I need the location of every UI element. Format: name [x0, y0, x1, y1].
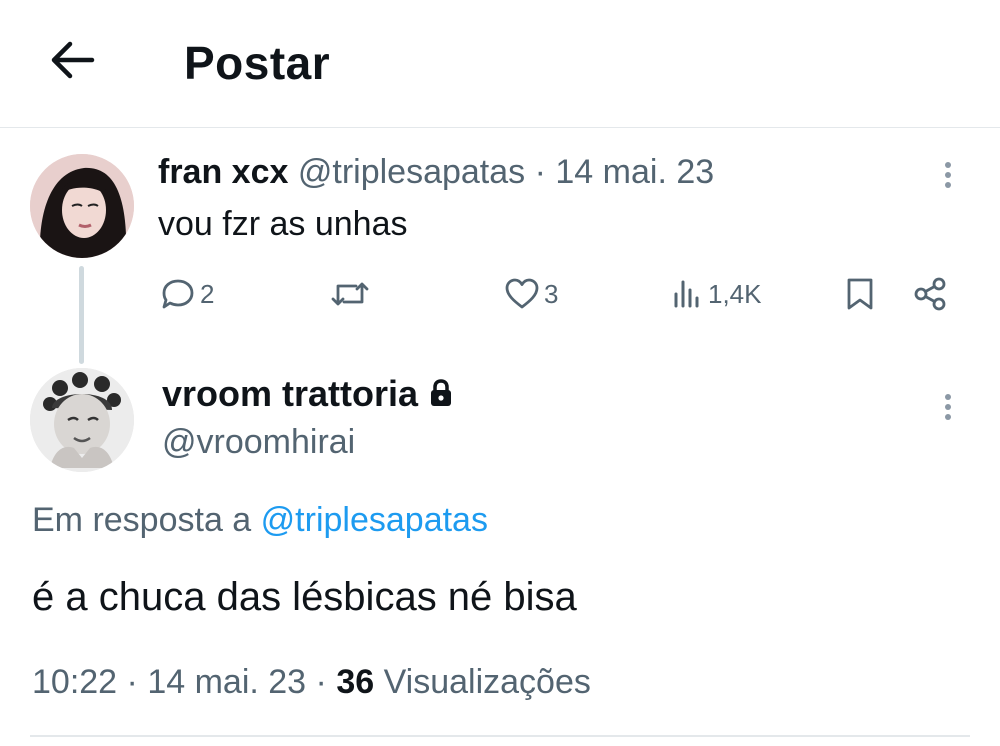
bar-chart-icon: [674, 280, 699, 308]
author-name[interactable]: fran xcx: [158, 153, 288, 191]
page-title: Postar: [184, 37, 331, 89]
reply-context: Em resposta a @triplesapatas: [32, 498, 488, 542]
reply-time[interactable]: 10:22: [32, 663, 117, 701]
comment-icon: [162, 279, 194, 309]
bookmark-button[interactable]: [844, 272, 876, 316]
heart-icon: [505, 278, 539, 309]
divider: [30, 735, 970, 737]
reply-button[interactable]: 2: [160, 272, 214, 316]
like-button[interactable]: 3: [504, 272, 558, 316]
bookmark-icon: [847, 278, 873, 310]
reply-views-count: 36: [336, 663, 375, 701]
more-vertical-icon: [945, 162, 951, 168]
more-vertical-icon: [945, 394, 951, 400]
reply-footer: 10:22 · 14 mai. 23 · 36 Visualizações: [32, 660, 591, 704]
reply-views-label: Visualizações: [383, 663, 591, 701]
user-avatar-image: [30, 154, 134, 258]
reply-author-name-text: vroom trattoria: [162, 373, 419, 414]
views-button[interactable]: 1,4K: [672, 272, 762, 316]
reply-count: 2: [200, 278, 215, 309]
share-icon: [914, 277, 946, 311]
reply-mention-link[interactable]: @triplesapatas: [261, 501, 488, 539]
avatar-vroom[interactable]: [30, 368, 134, 472]
like-count: 3: [544, 278, 559, 309]
lock-icon: [431, 379, 452, 407]
views-count: 1,4K: [708, 278, 762, 309]
tweet-header: fran xcx @triplesapatas · 14 mai. 23: [158, 150, 714, 194]
share-button[interactable]: [912, 272, 948, 316]
meta-separator: ·: [534, 153, 546, 191]
reply-author-handle[interactable]: @vroomhirai: [162, 420, 355, 464]
reply-author-name[interactable]: vroom trattoria: [162, 372, 454, 416]
arrow-left-icon: [51, 41, 95, 79]
author-handle[interactable]: @triplesapatas: [298, 153, 525, 191]
top-bar: Postar: [0, 0, 1000, 128]
more-options-button[interactable]: [938, 158, 958, 198]
tweet-date[interactable]: 14 mai. 23: [555, 153, 714, 191]
footer-separator: ·: [315, 663, 327, 701]
retweet-button[interactable]: [330, 272, 374, 316]
back-button[interactable]: [46, 38, 98, 82]
footer-separator: ·: [126, 663, 138, 701]
reply-date[interactable]: 14 mai. 23: [147, 663, 306, 701]
retweet-icon: [331, 282, 369, 306]
avatar-fran[interactable]: [30, 154, 134, 258]
reply-prefix: Em resposta a: [32, 501, 252, 539]
thread-line: [79, 266, 84, 364]
reply-more-options-button[interactable]: [938, 390, 958, 430]
user-avatar-image: [30, 368, 134, 472]
tweet-text: vou fzr as unhas: [158, 205, 408, 243]
reply-text: é a chuca das lésbicas né bisa: [32, 575, 577, 619]
